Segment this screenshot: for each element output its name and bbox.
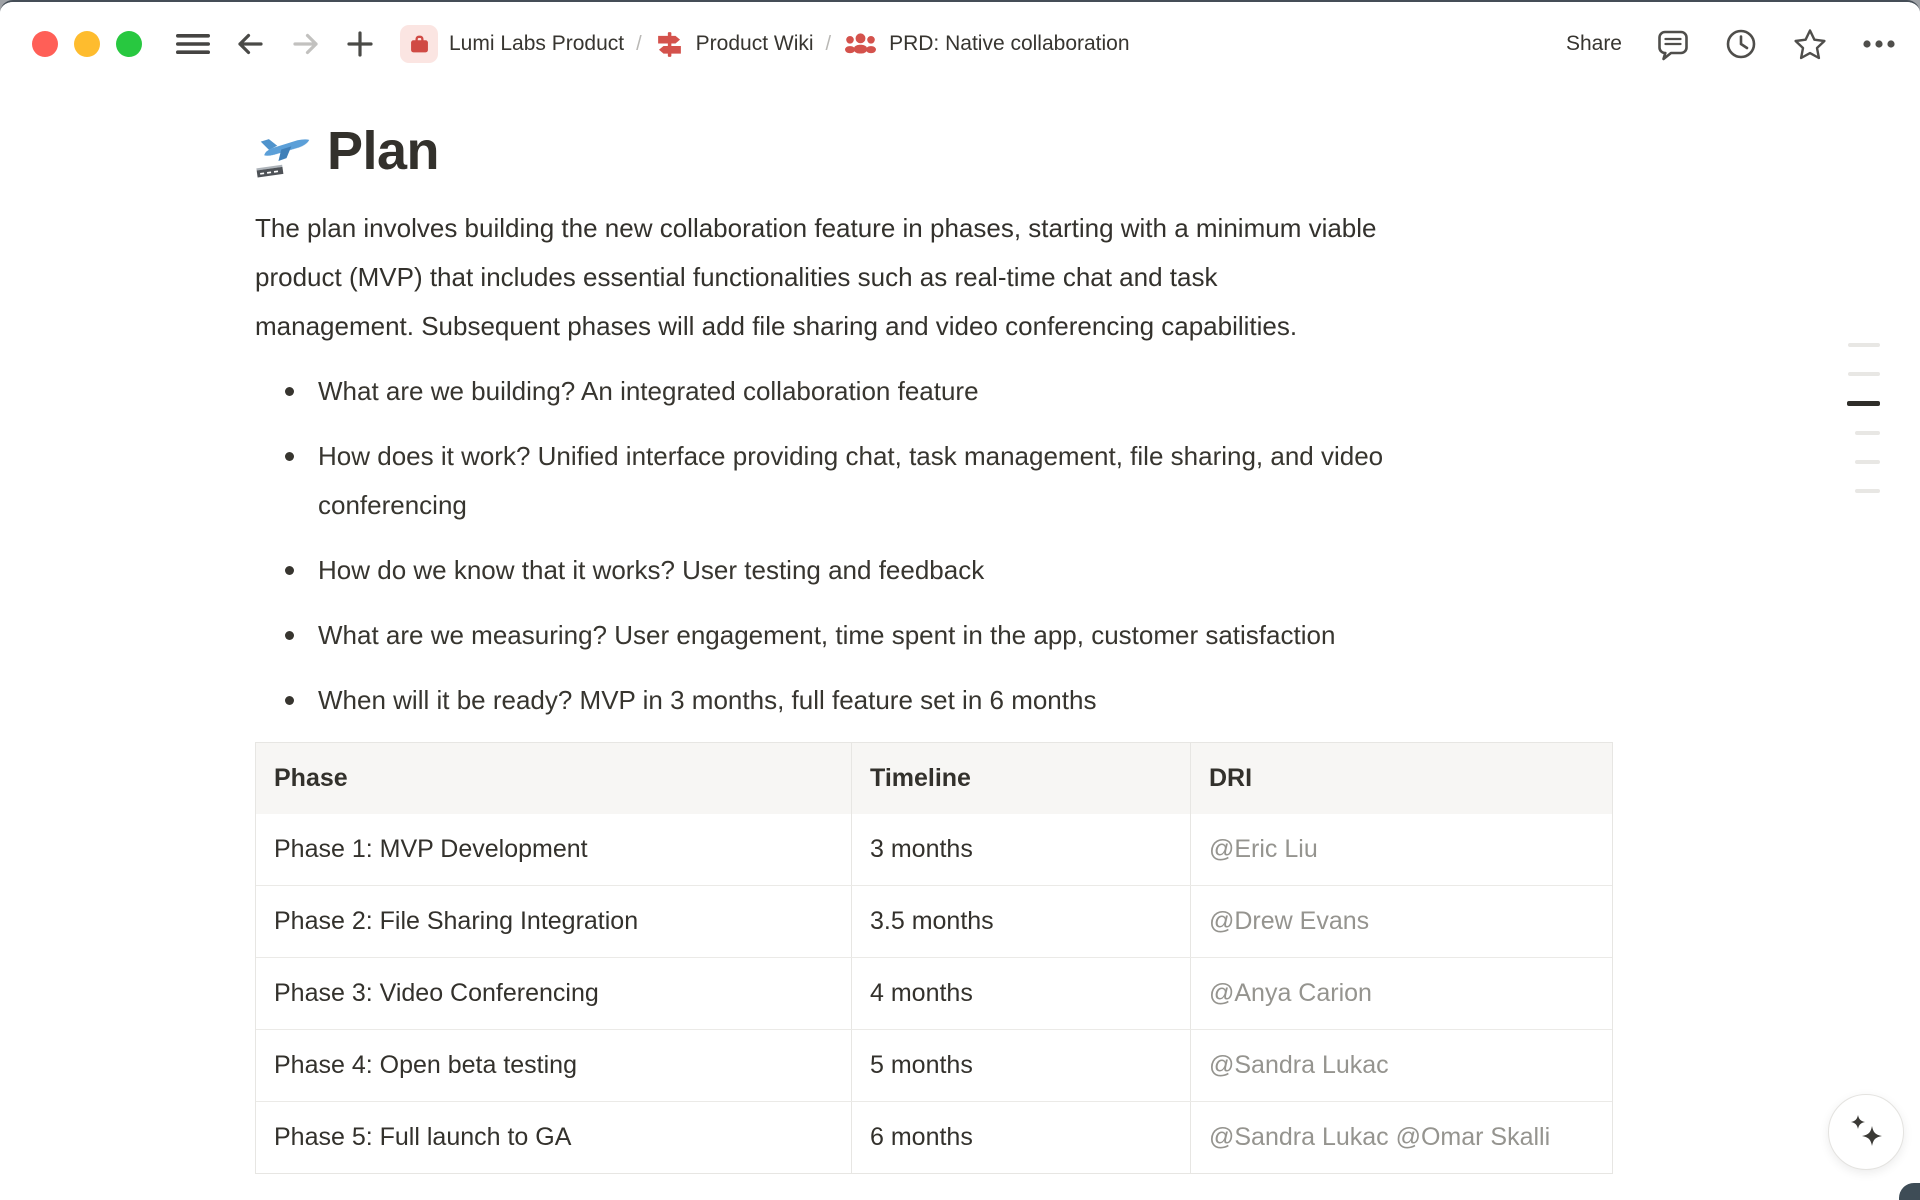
window-controls: [32, 31, 142, 57]
table-row: Phase 3: Video Conferencing 4 months @An…: [256, 957, 1612, 1029]
bullet-list: What are we building? An integrated coll…: [255, 367, 1715, 725]
list-item[interactable]: What are we building? An integrated coll…: [255, 367, 1715, 416]
cell-dri[interactable]: @Eric Liu: [1191, 814, 1614, 885]
table-row: Phase 4: Open beta testing 5 months @San…: [256, 1029, 1612, 1101]
cell-phase[interactable]: Phase 2: File Sharing Integration: [256, 886, 852, 957]
cell-dri[interactable]: @Sandra Lukac: [1191, 1030, 1614, 1101]
comments-icon[interactable]: [1656, 28, 1690, 61]
list-item[interactable]: How do we know that it works? User testi…: [255, 546, 1715, 595]
table-row: Phase 5: Full launch to GA 6 months @San…: [256, 1101, 1612, 1173]
table-header-row: Phase Timeline DRI: [256, 743, 1612, 814]
briefcase-icon: [400, 25, 438, 63]
cell-dri[interactable]: @Anya Carion: [1191, 958, 1614, 1029]
app-window: Lumi Labs Product / Product Wiki /: [0, 0, 1920, 1200]
cell-timeline[interactable]: 5 months: [852, 1030, 1191, 1101]
table-row: Phase 1: MVP Development 3 months @Eric …: [256, 814, 1612, 885]
outline-section-bar-active[interactable]: [1847, 401, 1880, 406]
corner-overlay-shape: [1899, 1183, 1920, 1200]
list-item-text: How does it work? Unified interface prov…: [318, 441, 1383, 520]
bullet-dot: [285, 387, 294, 396]
new-page-plus-icon[interactable]: [345, 29, 375, 59]
top-bar: Lumi Labs Product / Product Wiki /: [0, 2, 1920, 86]
outline-section-bar[interactable]: [1855, 460, 1880, 464]
airplane-departure-emoji[interactable]: [255, 122, 313, 180]
column-header-phase[interactable]: Phase: [256, 743, 852, 814]
breadcrumb-label: Product Wiki: [696, 32, 814, 56]
list-item-text: When will it be ready? MVP in 3 months, …: [318, 685, 1096, 715]
phases-table: Phase Timeline DRI Phase 1: MVP Developm…: [255, 742, 1613, 1174]
cell-timeline[interactable]: 3.5 months: [852, 886, 1191, 957]
zoom-window-button[interactable]: [116, 31, 142, 57]
updates-clock-icon[interactable]: [1724, 27, 1758, 61]
cell-timeline[interactable]: 6 months: [852, 1102, 1191, 1173]
breadcrumb-item-product-wiki[interactable]: Product Wiki: [654, 29, 814, 60]
page-title-row: Plan: [255, 120, 1715, 182]
breadcrumb-separator: /: [636, 33, 642, 56]
list-item[interactable]: What are we measuring? User engagement, …: [255, 611, 1715, 660]
signpost-icon: [654, 29, 685, 60]
cell-timeline[interactable]: 3 months: [852, 814, 1191, 885]
list-item-text: What are we building? An integrated coll…: [318, 376, 979, 406]
forward-icon[interactable]: [289, 27, 323, 61]
cell-phase[interactable]: Phase 5: Full launch to GA: [256, 1102, 852, 1173]
share-button[interactable]: Share: [1566, 32, 1622, 56]
cell-dri[interactable]: @Sandra Lukac @Omar Skalli: [1191, 1102, 1614, 1173]
breadcrumb-item-current-page[interactable]: PRD: Native collaboration: [843, 31, 1129, 58]
cell-phase[interactable]: Phase 4: Open beta testing: [256, 1030, 852, 1101]
list-item[interactable]: When will it be ready? MVP in 3 months, …: [255, 676, 1715, 725]
table-row: Phase 2: File Sharing Integration 3.5 mo…: [256, 885, 1612, 957]
more-ellipsis-icon[interactable]: [1862, 39, 1896, 49]
column-header-timeline[interactable]: Timeline: [852, 743, 1191, 814]
column-header-dri[interactable]: DRI: [1191, 743, 1614, 814]
outline-section-bar[interactable]: [1848, 343, 1880, 347]
breadcrumb: Lumi Labs Product / Product Wiki /: [400, 25, 1130, 63]
table-body: Phase 1: MVP Development 3 months @Eric …: [256, 814, 1612, 1173]
outline-section-bar[interactable]: [1855, 431, 1880, 435]
close-window-button[interactable]: [32, 31, 58, 57]
cell-timeline[interactable]: 4 months: [852, 958, 1191, 1029]
favorite-star-icon[interactable]: [1792, 27, 1828, 61]
document: Plan The plan involves building the new …: [255, 120, 1715, 1174]
page-title[interactable]: Plan: [327, 120, 439, 182]
top-bar-actions: Share: [1566, 27, 1902, 61]
back-icon[interactable]: [233, 27, 267, 61]
breadcrumb-label: Lumi Labs Product: [449, 32, 624, 56]
outline-section-bar[interactable]: [1855, 489, 1880, 493]
cell-dri[interactable]: @Drew Evans: [1191, 886, 1614, 957]
intro-paragraph[interactable]: The plan involves building the new colla…: [255, 204, 1715, 351]
minimize-window-button[interactable]: [74, 31, 100, 57]
list-item-text: What are we measuring? User engagement, …: [318, 620, 1335, 650]
menu-icon[interactable]: [175, 30, 211, 58]
cell-phase[interactable]: Phase 3: Video Conferencing: [256, 958, 852, 1029]
bullet-dot: [285, 696, 294, 705]
list-item[interactable]: How does it work? Unified interface prov…: [255, 432, 1715, 530]
breadcrumb-item-workspace[interactable]: Lumi Labs Product: [400, 25, 624, 63]
outline-indicator: [1847, 343, 1880, 518]
breadcrumb-separator: /: [826, 33, 832, 56]
outline-section-bar[interactable]: [1848, 372, 1880, 376]
list-item-text: How do we know that it works? User testi…: [318, 555, 984, 585]
ai-sparkle-button[interactable]: [1828, 1094, 1904, 1170]
bullet-dot: [285, 566, 294, 575]
bullet-dot: [285, 452, 294, 461]
breadcrumb-label: PRD: Native collaboration: [889, 32, 1129, 56]
people-icon: [843, 31, 878, 58]
bullet-dot: [285, 631, 294, 640]
cell-phase[interactable]: Phase 1: MVP Development: [256, 814, 852, 885]
